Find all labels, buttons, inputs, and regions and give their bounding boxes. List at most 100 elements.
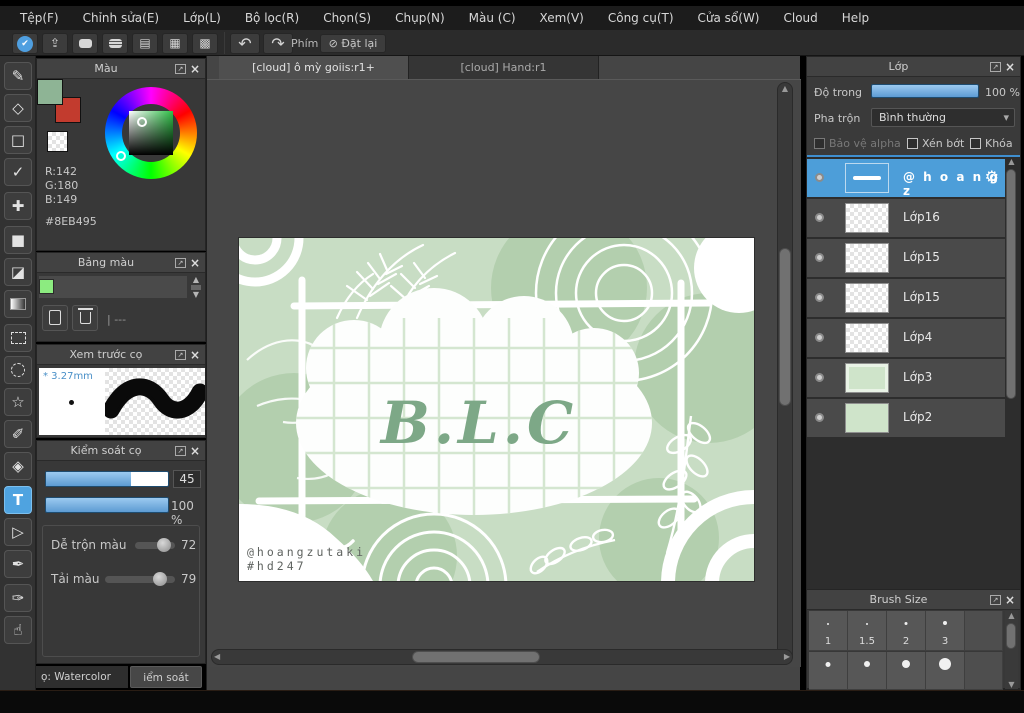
load-knob[interactable]: [153, 572, 167, 586]
document-tab-active[interactable]: [cloud] ô mỳ goiis:r1+: [219, 56, 409, 79]
comment-button[interactable]: [72, 33, 98, 54]
palette-scroller[interactable]: ▲ ▼: [189, 276, 203, 299]
canvas-artwork[interactable]: B.L.C @hoangzutaki #hd247: [239, 238, 754, 581]
lasso-tool[interactable]: [4, 356, 32, 384]
tab-watercolor[interactable]: ọ: Watercolor (Wet: [36, 666, 128, 705]
layer-list-scrollbar[interactable]: ▲: [1005, 157, 1018, 615]
alpha-checkbox[interactable]: Bảo vệ alpha: [814, 137, 901, 150]
popout-icon[interactable]: ↗: [989, 594, 1001, 605]
close-icon[interactable]: ×: [190, 444, 200, 458]
popout-icon[interactable]: ↗: [174, 63, 186, 74]
eyedropper-tool[interactable]: ✑: [4, 584, 32, 612]
menu-color[interactable]: Màu (C): [457, 6, 528, 30]
vscroll-thumb[interactable]: [779, 248, 791, 406]
scroll-right-icon[interactable]: ▶: [784, 652, 790, 661]
brush-tool[interactable]: ✎: [4, 62, 32, 90]
scroll-down-icon[interactable]: ▼: [189, 291, 203, 299]
menu-snap[interactable]: Chụp(N): [383, 6, 457, 30]
brush-size-scrollbar[interactable]: ▲ ▼: [1005, 611, 1018, 689]
fg-color-swatch[interactable]: [37, 79, 63, 105]
brush-size-slider[interactable]: [45, 471, 169, 487]
comment-list-button[interactable]: [102, 33, 128, 54]
menu-help[interactable]: Help: [830, 6, 881, 30]
document-button[interactable]: ▤: [132, 33, 158, 54]
load-slider[interactable]: [105, 572, 175, 586]
scroll-up-icon[interactable]: ▲: [1005, 157, 1018, 166]
brush-size-cell[interactable]: 3: [926, 611, 965, 651]
brush-size-scroll-thumb[interactable]: [1006, 623, 1016, 649]
canvas-hscrollbar[interactable]: ◀ ▶: [211, 649, 793, 665]
eraser-tool[interactable]: ◇: [4, 94, 32, 122]
color-wheel[interactable]: [105, 87, 197, 179]
menu-view[interactable]: Xem(V): [528, 6, 596, 30]
visibility-dot[interactable]: [815, 373, 824, 382]
shape-tool[interactable]: □: [4, 126, 32, 154]
brush-size-cell[interactable]: [887, 652, 926, 690]
hand-tool[interactable]: ☝: [4, 616, 32, 644]
popout-icon[interactable]: ↗: [174, 349, 186, 360]
document-tab[interactable]: [cloud] Hand:r1: [409, 56, 599, 79]
layer-opacity-slider[interactable]: [871, 84, 979, 98]
layer-row[interactable]: Lớp15: [807, 279, 1005, 317]
layer-row[interactable]: Lớp4: [807, 319, 1005, 357]
hue-indicator[interactable]: [116, 151, 126, 161]
new-palette-button[interactable]: [42, 305, 68, 331]
hscroll-thumb[interactable]: [412, 651, 540, 663]
close-icon[interactable]: ×: [190, 256, 200, 270]
cloud-sync-button[interactable]: ✔: [12, 33, 38, 54]
visibility-dot[interactable]: [815, 253, 824, 262]
gradient-tool[interactable]: [4, 290, 32, 318]
layer-scroll-thumb[interactable]: [1006, 169, 1016, 399]
menu-file[interactable]: Tệp(F): [8, 6, 71, 30]
popout-icon[interactable]: ↗: [989, 61, 1001, 72]
menu-select[interactable]: Chọn(S): [311, 6, 383, 30]
blend-dropdown[interactable]: Bình thường ▾: [871, 108, 1015, 127]
gear-icon[interactable]: ⚙: [985, 167, 999, 186]
menu-cloud[interactable]: Cloud: [772, 6, 830, 30]
close-icon[interactable]: ×: [190, 348, 200, 362]
undo-button[interactable]: ↶: [230, 33, 260, 54]
visibility-dot[interactable]: [815, 333, 824, 342]
tab-brush-control[interactable]: iểm soát cọ: [130, 666, 202, 706]
scroll-left-icon[interactable]: ◀: [214, 652, 220, 661]
brush-size-cell[interactable]: [848, 652, 887, 690]
mix-knob[interactable]: [157, 538, 171, 552]
text-tool[interactable]: T: [4, 486, 32, 514]
clip-checkbox[interactable]: Xén bớt: [907, 137, 964, 150]
canvas-vscrollbar[interactable]: ▲ ▼: [777, 82, 793, 664]
brush-size-cell[interactable]: 1: [809, 611, 848, 651]
sv-indicator[interactable]: [137, 117, 147, 127]
popout-icon[interactable]: ↗: [174, 445, 186, 456]
select-eraser-tool[interactable]: ◈: [4, 452, 32, 480]
brush-size-cell[interactable]: [809, 652, 848, 690]
bucket-tool[interactable]: ◪: [4, 258, 32, 286]
marquee-select-tool[interactable]: [4, 324, 32, 352]
menu-filter[interactable]: Bộ lọc(R): [233, 6, 311, 30]
delete-palette-button[interactable]: [72, 305, 98, 331]
scroll-up-icon[interactable]: ▲: [778, 83, 792, 95]
pen-tool[interactable]: ✒: [4, 550, 32, 578]
magic-wand-tool[interactable]: ☆: [4, 388, 32, 416]
scroll-up-icon[interactable]: ▲: [1005, 611, 1018, 620]
visibility-dot[interactable]: [815, 213, 824, 222]
object-select-tool[interactable]: ▷: [4, 518, 32, 546]
lock-checkbox[interactable]: Khóa: [970, 137, 1013, 150]
visibility-dot[interactable]: [815, 293, 824, 302]
layer-row[interactable]: Lớp2: [807, 399, 1005, 437]
redo-button[interactable]: ↷: [263, 33, 293, 54]
edit-grid-button[interactable]: ▩: [192, 33, 218, 54]
close-icon[interactable]: ×: [1005, 593, 1015, 607]
visibility-dot[interactable]: [815, 413, 824, 422]
palette-swatch[interactable]: [39, 279, 54, 294]
brush-size-cell[interactable]: [926, 652, 965, 690]
saturation-square[interactable]: [129, 111, 173, 155]
brush-opacity-slider[interactable]: [45, 497, 169, 513]
menu-window[interactable]: Cửa sổ(W): [686, 6, 772, 30]
brush-size-cell[interactable]: 2: [887, 611, 926, 651]
canvas-viewport[interactable]: B.L.C @hoangzutaki #hd247 ▲ ◀ ▶: [207, 79, 801, 667]
reset-button[interactable]: ⊘ Đặt lại: [320, 34, 386, 53]
transparent-swatch[interactable]: [47, 131, 68, 152]
fill-shape-tool[interactable]: ■: [4, 226, 32, 254]
scroll-down-icon[interactable]: ▼: [1005, 680, 1018, 689]
mix-slider[interactable]: [135, 538, 175, 552]
